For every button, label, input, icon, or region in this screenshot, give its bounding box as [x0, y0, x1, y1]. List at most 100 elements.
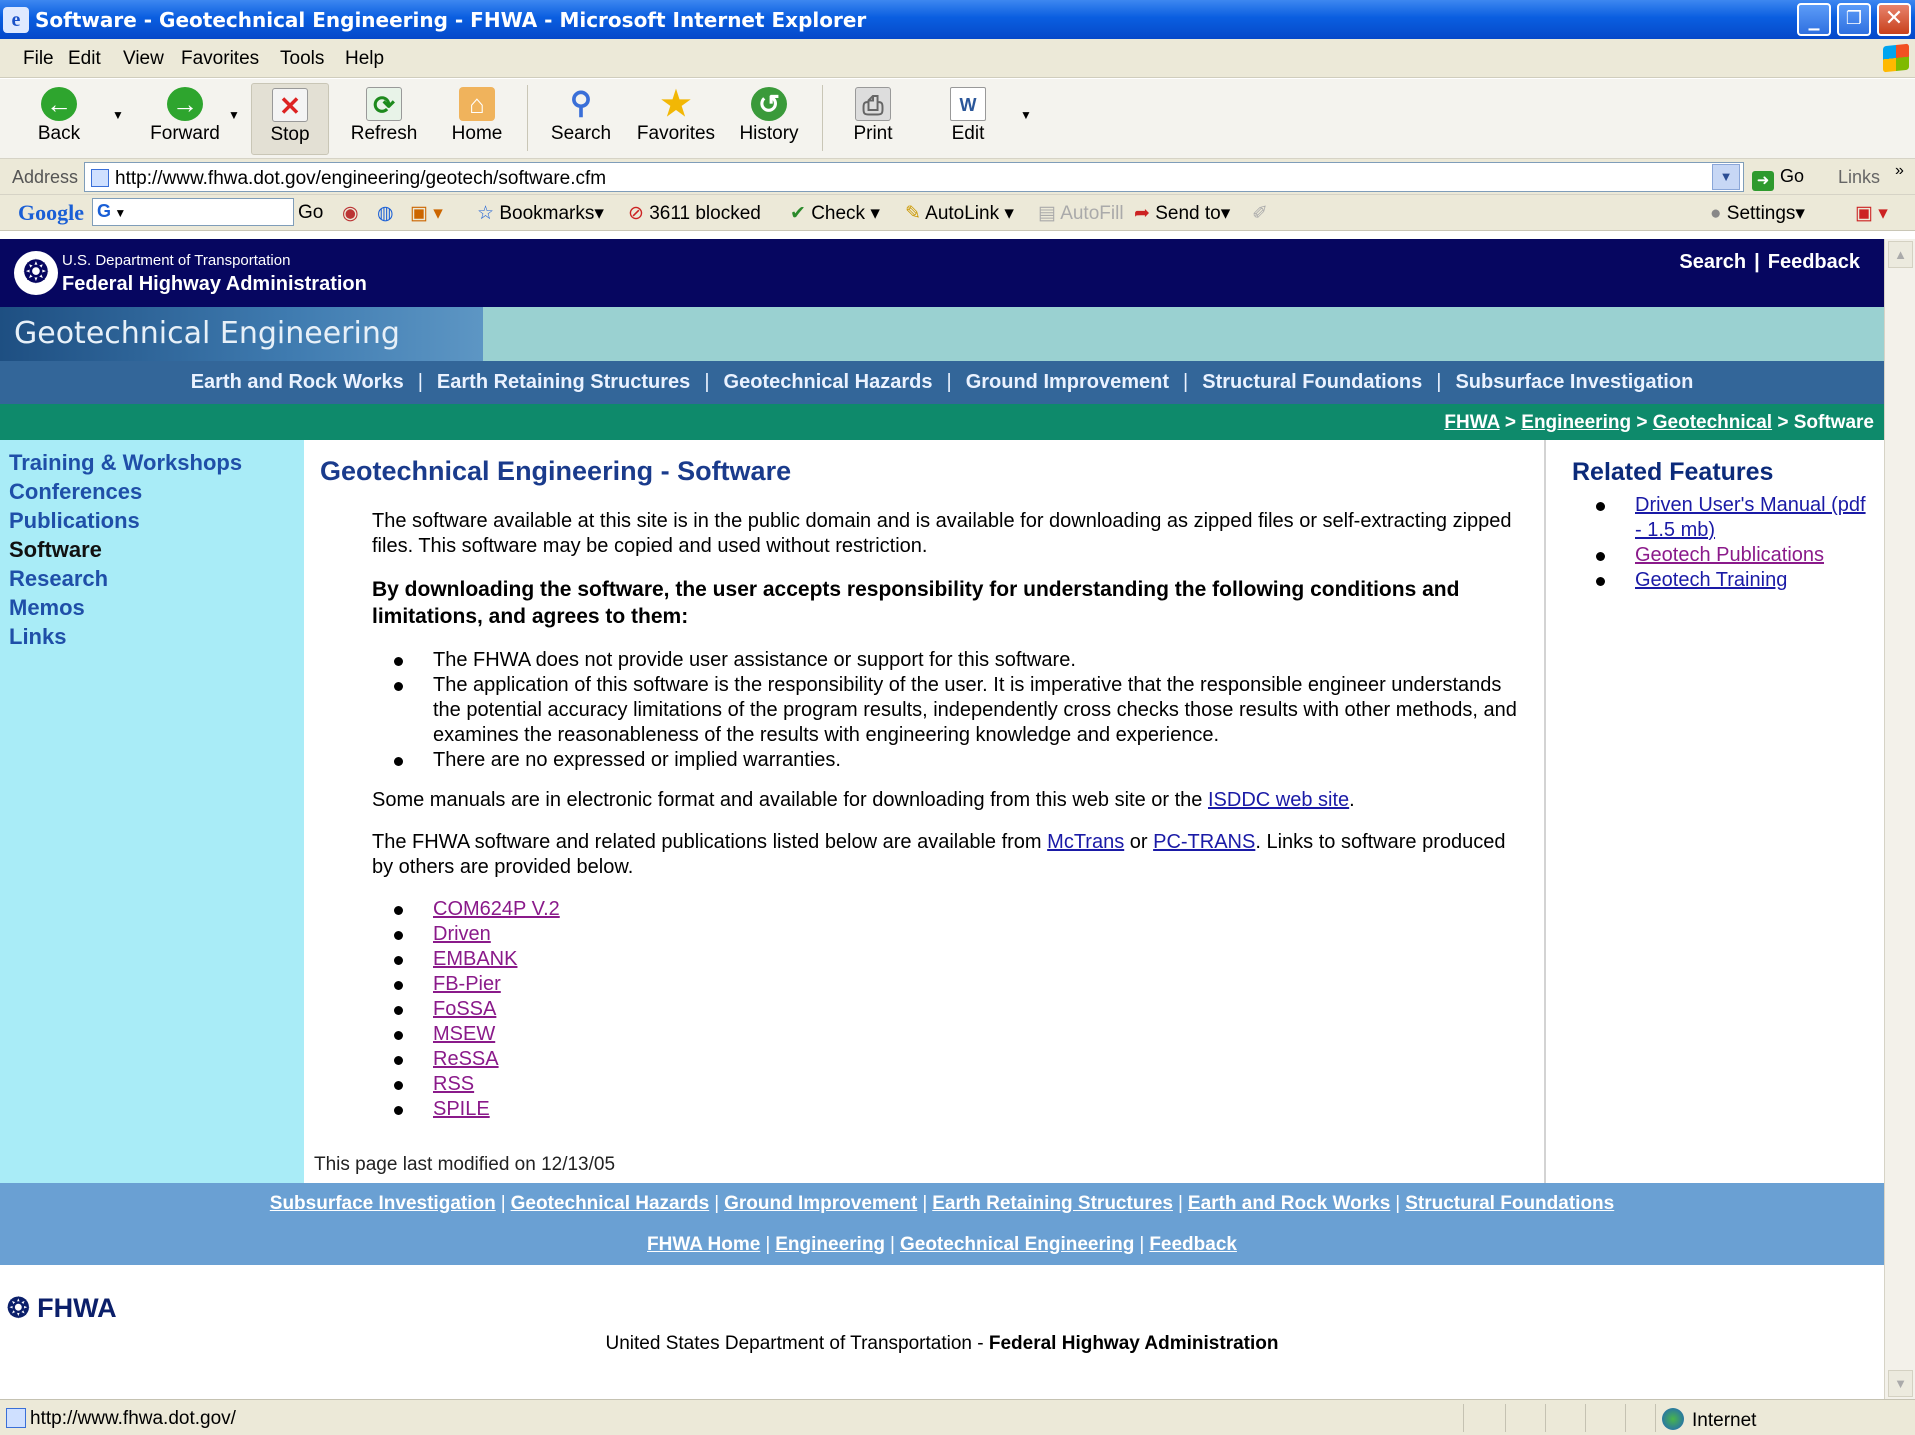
menu-edit[interactable]: Edit — [68, 48, 101, 70]
toolbar-overflow-icon[interactable]: » — [1895, 162, 1904, 180]
google-logo: Google — [18, 200, 84, 225]
topnav-earth-rock[interactable]: Earth and Rock Works — [191, 371, 404, 393]
topnav-hazards[interactable]: Geotechnical Hazards — [724, 371, 933, 393]
bookmarks-label: Bookmarks — [499, 203, 595, 224]
software-list: COM624P V.2 Driven EMBANK FB-Pier FoSSA … — [394, 897, 1534, 1122]
leftnav-conferences[interactable]: Conferences — [9, 479, 142, 505]
google-search-input[interactable]: G ▼ — [92, 198, 294, 226]
search-button[interactable]: ⚲ Search — [542, 83, 620, 155]
scroll-up-icon[interactable]: ▲ — [1888, 241, 1913, 268]
crumb-fhwa[interactable]: FHWA — [1444, 412, 1499, 433]
footer-link-feedback[interactable]: Feedback — [1149, 1234, 1237, 1255]
back-dropdown-icon[interactable]: ▼ — [112, 108, 124, 122]
back-button[interactable]: ← Back — [20, 83, 98, 155]
settings-button[interactable]: ● Settings▾ — [1710, 202, 1805, 225]
go-button[interactable]: ➜ Go — [1752, 166, 1804, 191]
software-link-fbpier[interactable]: FB-Pier — [433, 973, 501, 995]
home-button[interactable]: ⌂ Home — [438, 83, 516, 155]
topnav-retaining[interactable]: Earth Retaining Structures — [437, 371, 690, 393]
footer-link-foundations[interactable]: Structural Foundations — [1405, 1193, 1614, 1214]
refresh-button[interactable]: ⟳ Refresh — [345, 83, 423, 155]
minimize-button[interactable]: _ — [1797, 3, 1831, 36]
footer-link-earth-rock[interactable]: Earth and Rock Works — [1188, 1193, 1390, 1214]
globe-icon[interactable]: ◍ — [377, 202, 394, 225]
maximize-button[interactable]: ❐ — [1837, 3, 1871, 36]
topnav-foundations[interactable]: Structural Foundations — [1202, 371, 1422, 393]
leftnav-training[interactable]: Training & Workshops — [9, 450, 242, 476]
software-link-fossa[interactable]: FoSSA — [433, 998, 496, 1020]
links-toolbar[interactable]: Links — [1838, 167, 1880, 188]
favorites-button[interactable]: ★ Favorites — [630, 83, 722, 155]
software-link-msew[interactable]: MSEW — [433, 1023, 495, 1045]
address-input[interactable]: http://www.fhwa.dot.gov/engineering/geot… — [84, 162, 1744, 192]
topnav-subsurface[interactable]: Subsurface Investigation — [1455, 371, 1693, 393]
send-to-button[interactable]: ➦ Send to▾ — [1134, 202, 1230, 225]
footer-link-retaining[interactable]: Earth Retaining Structures — [932, 1193, 1173, 1214]
mctrans-link[interactable]: McTrans — [1047, 831, 1124, 853]
menu-file[interactable]: File — [23, 48, 54, 70]
stop-button[interactable]: ✕ Stop — [251, 83, 329, 155]
agency-name[interactable]: Federal Highway Administration — [62, 273, 367, 296]
related-training-link[interactable]: Geotech Training — [1635, 569, 1787, 591]
footer-link-fhwa-home[interactable]: FHWA Home — [647, 1234, 760, 1255]
translate-icon[interactable]: ▣ ▾ — [1855, 202, 1888, 225]
toolbar-separator — [527, 85, 528, 151]
software-link-embank[interactable]: EMBANK — [433, 948, 517, 970]
crumb-engineering[interactable]: Engineering — [1521, 412, 1631, 433]
popup-blocker-button[interactable]: ⊘ 3611 blocked — [628, 202, 761, 225]
software-link-driven[interactable]: Driven — [433, 923, 491, 945]
isddc-link[interactable]: ISDDC web site — [1208, 789, 1349, 811]
edit-label: Edit — [951, 123, 985, 144]
leftnav-memos[interactable]: Memos — [9, 595, 85, 621]
footer-link-ground[interactable]: Ground Improvement — [724, 1193, 917, 1214]
spellcheck-button[interactable]: ✔ Check ▾ — [790, 202, 880, 225]
menu-favorites[interactable]: Favorites — [181, 48, 259, 70]
forward-button[interactable]: → Forward — [137, 83, 233, 155]
related-driven-manual-link[interactable]: Driven User's Manual (pdf - 1.5 mb) — [1635, 494, 1866, 541]
menu-help[interactable]: Help — [345, 48, 384, 70]
highlighter-icon[interactable]: ✐ — [1252, 202, 1268, 225]
crumb-geotechnical[interactable]: Geotechnical — [1653, 412, 1772, 433]
fhwa-logo[interactable]: ❂ FHWA — [7, 1293, 117, 1324]
autolink-button[interactable]: ✎ AutoLink ▾ — [905, 202, 1014, 225]
list-item: Driven — [394, 922, 1534, 947]
leftnav-software[interactable]: Software — [9, 537, 102, 563]
print-button[interactable]: ⎙ Print — [834, 83, 912, 155]
software-link-spile[interactable]: SPILE — [433, 1098, 490, 1120]
menu-view[interactable]: View — [123, 48, 164, 70]
dot-eagle-logo-icon[interactable]: ❂ — [14, 251, 58, 295]
bookmarks-button[interactable]: ☆ Bookmarks▾ — [477, 202, 604, 225]
pagerank-icon[interactable]: ◉ — [342, 202, 359, 225]
stop-icon: ✕ — [272, 88, 308, 122]
autofill-button[interactable]: ▤ AutoFill — [1038, 202, 1124, 225]
news-icon[interactable]: ▣ ▾ — [410, 202, 443, 225]
software-link-rss[interactable]: RSS — [433, 1073, 474, 1095]
edit-dropdown-icon[interactable]: ▼ — [1020, 108, 1032, 122]
scroll-down-icon[interactable]: ▼ — [1888, 1370, 1913, 1397]
software-link-ressa[interactable]: ReSSA — [433, 1048, 499, 1070]
footer-link-subsurface[interactable]: Subsurface Investigation — [270, 1193, 496, 1214]
edit-button[interactable]: W Edit — [929, 83, 1007, 155]
header-feedback-link[interactable]: Feedback — [1768, 251, 1860, 273]
autofill-label: AutoFill — [1060, 203, 1124, 224]
pctrans-link[interactable]: PC-TRANS — [1153, 831, 1255, 853]
leftnav-research[interactable]: Research — [9, 566, 108, 592]
vertical-scrollbar[interactable]: ▲ ▼ — [1884, 239, 1915, 1399]
history-button[interactable]: ↺ History — [729, 83, 809, 155]
header-search-link[interactable]: Search — [1679, 251, 1746, 273]
close-button[interactable]: ✕ — [1877, 3, 1911, 36]
forward-dropdown-icon[interactable]: ▼ — [228, 108, 240, 122]
google-go-button[interactable]: Go — [298, 202, 323, 224]
footer-link-engineering[interactable]: Engineering — [775, 1234, 885, 1255]
topnav-ground-improvement[interactable]: Ground Improvement — [966, 371, 1169, 393]
leftnav-links[interactable]: Links — [9, 624, 66, 650]
footer-link-geotech[interactable]: Geotechnical Engineering — [900, 1234, 1134, 1255]
leftnav-publications[interactable]: Publications — [9, 508, 140, 534]
related-publications-link[interactable]: Geotech Publications — [1635, 544, 1824, 566]
list-item: COM624P V.2 — [394, 897, 1534, 922]
footer-link-hazards[interactable]: Geotechnical Hazards — [511, 1193, 710, 1214]
address-dropdown-icon[interactable]: ▼ — [1712, 164, 1740, 190]
software-link-com624p[interactable]: COM624P V.2 — [433, 898, 560, 920]
menu-tools[interactable]: Tools — [280, 48, 324, 70]
internet-globe-icon — [1662, 1408, 1684, 1430]
